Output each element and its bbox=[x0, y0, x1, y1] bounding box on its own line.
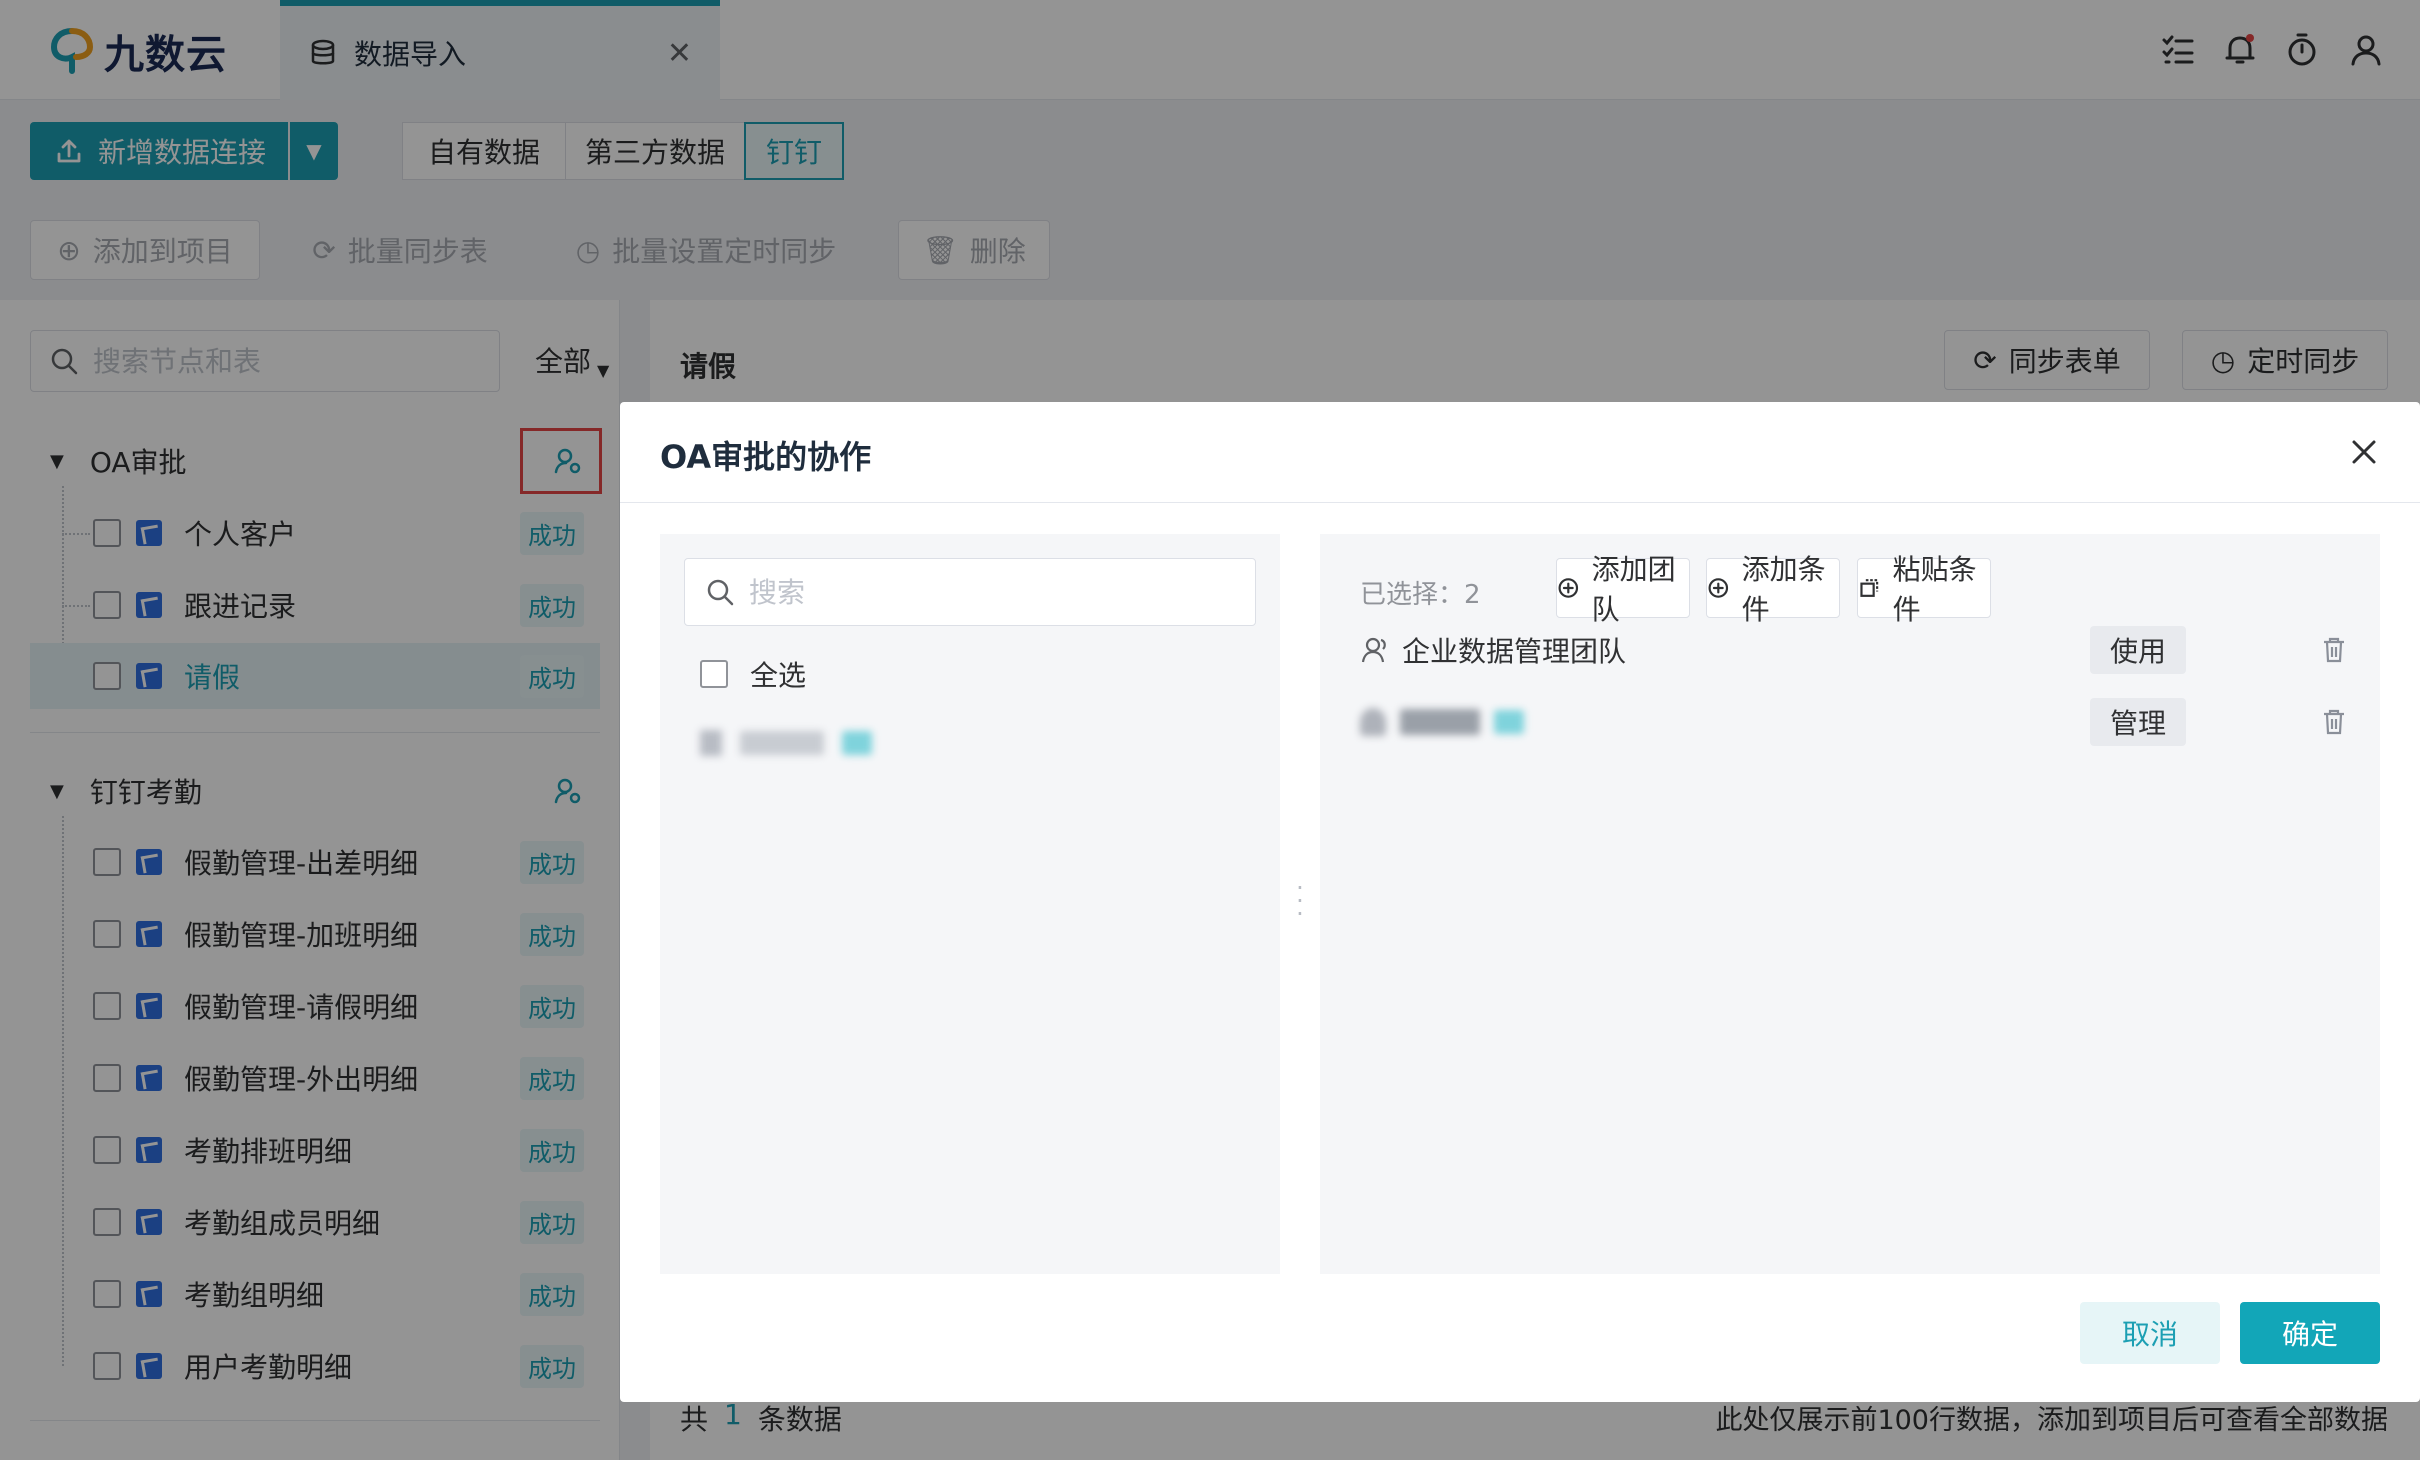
checkbox[interactable] bbox=[700, 660, 728, 688]
permission-selector[interactable]: 使用 bbox=[2090, 626, 2186, 674]
selected-item-blurred: 管理 bbox=[1360, 692, 2344, 752]
collaboration-dialog: OA审批的协作 全选 ··· 已选择：2 添加团队 添加条件 bbox=[620, 402, 2420, 1402]
candidate-item-blurred[interactable] bbox=[700, 730, 872, 756]
person-icon bbox=[1360, 708, 1386, 736]
close-icon[interactable] bbox=[2344, 432, 2384, 472]
paste-icon bbox=[1860, 579, 1879, 597]
add-team-label: 添加团队 bbox=[1591, 553, 1676, 626]
paste-condition-label: 粘贴条件 bbox=[1892, 553, 1977, 626]
add-condition-button[interactable]: 添加条件 bbox=[1706, 553, 1840, 626]
confirm-button[interactable]: 确定 bbox=[2240, 1302, 2380, 1364]
candidate-panel: 全选 bbox=[660, 534, 1280, 1274]
redacted-tag bbox=[842, 731, 872, 755]
paste-condition-button[interactable]: 粘贴条件 bbox=[1857, 553, 1991, 626]
dialog-header-divider bbox=[620, 502, 2420, 503]
redacted-name bbox=[1400, 709, 1480, 735]
trash-icon[interactable] bbox=[2318, 706, 2350, 738]
selected-item-name: 企业数据管理团队 bbox=[1402, 635, 1627, 668]
add-condition-label: 添加条件 bbox=[1741, 553, 1826, 626]
trash-icon[interactable] bbox=[2318, 634, 2350, 666]
panel-resize-handle[interactable]: · · · bbox=[1292, 876, 1308, 926]
permission-selector[interactable]: 管理 bbox=[2090, 698, 2186, 746]
cancel-button[interactable]: 取消 bbox=[2080, 1302, 2220, 1364]
dialog-title: OA审批的协作 bbox=[660, 438, 872, 476]
plus-circle-icon bbox=[1558, 578, 1579, 598]
redacted-tag bbox=[1494, 710, 1524, 734]
select-all-label: 全选 bbox=[750, 659, 807, 692]
plus-circle-icon bbox=[1708, 578, 1729, 598]
team-icon bbox=[1361, 637, 1386, 663]
search-icon bbox=[707, 579, 734, 606]
checkbox[interactable] bbox=[700, 730, 722, 756]
selected-item: 企业数据管理团队 使用 bbox=[1360, 620, 2344, 680]
add-team-button[interactable]: 添加团队 bbox=[1556, 553, 1690, 626]
select-all-checkbox[interactable]: 全选 bbox=[700, 654, 806, 694]
selected-count: 已选择：2 bbox=[1360, 580, 1481, 610]
redacted-member bbox=[1360, 708, 1524, 736]
member-search-input[interactable] bbox=[749, 575, 1229, 609]
redacted-name bbox=[740, 731, 824, 755]
selected-panel: 已选择：2 添加团队 添加条件 粘贴条件 企业数据管理团队 使用 管理 bbox=[1320, 534, 2380, 1274]
member-search-box[interactable] bbox=[684, 558, 1256, 626]
